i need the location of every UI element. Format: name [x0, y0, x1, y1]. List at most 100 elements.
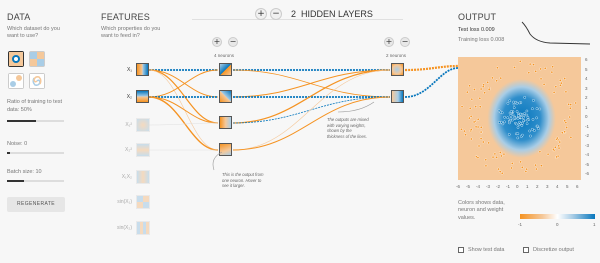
data-point-outer: [502, 152, 506, 156]
legend-tick-neg1: -1: [518, 222, 523, 227]
data-point-outer: [534, 163, 537, 167]
data-point-outer: [563, 77, 566, 80]
data-point-inner: [511, 113, 515, 117]
data-point-outer: [558, 140, 562, 144]
data-point-outer: [499, 76, 503, 80]
data-point-outer: [569, 106, 572, 110]
data-point-outer: [463, 129, 466, 133]
data-point-outer: [498, 170, 502, 173]
note-output-arrow: [212, 151, 223, 171]
data-point-inner: [525, 109, 529, 113]
data-point-inner: [512, 100, 515, 104]
weight-m2-output[interactable]: [404, 67, 459, 98]
data-point-outer: [486, 81, 489, 84]
data-point-outer: [539, 77, 543, 81]
weight-m1-output[interactable]: [404, 64, 459, 72]
data-point-outer: [552, 91, 556, 94]
data-point-inner: [528, 129, 531, 133]
x-tick: -5: [466, 184, 471, 189]
data-point-outer: [474, 105, 477, 108]
data-point-inner: [521, 119, 525, 123]
x-tick: -6: [456, 184, 461, 189]
y-tick: 2: [585, 95, 588, 100]
data-point-inner: [525, 118, 529, 122]
data-point-outer: [497, 167, 500, 171]
x-tick: 0: [516, 184, 519, 189]
data-point-inner: [515, 122, 518, 126]
test-loss: Test loss 0.009: [458, 27, 495, 33]
data-point-inner: [521, 121, 524, 125]
x-tick: 2: [536, 184, 539, 189]
data-point-outer: [470, 137, 473, 141]
x-tick: -3: [486, 184, 491, 189]
weight-n2-m1[interactable]: [232, 69, 391, 98]
data-point-inner: [537, 127, 540, 130]
data-point-outer: [519, 160, 522, 164]
loss-curve: [521, 21, 591, 45]
data-point-outer: [483, 91, 486, 95]
layer1-neuron-2[interactable]: [219, 90, 232, 103]
input-neuron-x2[interactable]: [136, 90, 149, 103]
data-point-inner: [510, 118, 514, 122]
data-point-outer: [524, 170, 528, 173]
data-point-inner: [531, 118, 535, 121]
data-point-outer: [481, 140, 485, 144]
weight-x2-n3[interactable]: [148, 96, 219, 124]
data-point-outer: [528, 62, 532, 66]
input-neuron-x1[interactable]: [136, 63, 149, 76]
data-point-outer: [557, 144, 560, 148]
data-point-outer: [493, 152, 497, 156]
x-tick: -2: [496, 184, 501, 189]
discretize-output-label: Discretize output: [533, 247, 574, 253]
data-point-outer: [491, 155, 495, 159]
data-point-inner: [516, 126, 520, 129]
show-test-data-label: Show test data: [468, 247, 505, 253]
data-point-outer: [495, 156, 498, 159]
data-point-outer: [527, 71, 531, 75]
layer1-neuron-1[interactable]: [219, 63, 232, 76]
data-point-inner: [500, 120, 503, 124]
data-point-inner: [531, 107, 534, 111]
y-tick: 0: [585, 114, 588, 119]
data-point-outer: [500, 154, 503, 158]
show-test-data-checkbox[interactable]: [458, 247, 464, 253]
x-tick: -1: [506, 184, 511, 189]
y-tick: 5: [585, 66, 588, 72]
data-point-inner: [508, 99, 512, 103]
data-point-outer: [538, 150, 542, 154]
data-point-outer: [550, 70, 554, 74]
output-section-title: OUTPUT: [458, 12, 497, 22]
color-legend-text: Colors shows data, neuron and weight val…: [458, 200, 505, 221]
color-legend-bar: [520, 214, 595, 219]
y-tick: 3: [585, 85, 588, 91]
data-point-outer: [518, 60, 522, 63]
layer1-neuron-3[interactable]: [219, 116, 232, 129]
data-point-outer: [479, 130, 483, 134]
data-point-inner: [518, 101, 522, 105]
data-point-outer: [476, 156, 480, 159]
output-heatmap[interactable]: [458, 57, 581, 180]
data-point-inner: [523, 96, 526, 99]
layer2-neuron-2[interactable]: [391, 90, 404, 103]
weight-x1-n2[interactable]: [148, 69, 219, 98]
weight-x2-n1[interactable]: [148, 69, 219, 98]
weight-x2-n4[interactable]: [148, 96, 219, 151]
data-point-inner: [515, 110, 519, 113]
layer2-neuron-1[interactable]: [391, 63, 404, 76]
data-point-inner: [535, 107, 539, 110]
data-point-inner: [517, 114, 520, 117]
data-point-inner: [515, 101, 519, 105]
y-tick: -5: [585, 161, 590, 167]
data-point-outer: [568, 115, 572, 119]
data-point-outer: [560, 81, 563, 85]
data-point-outer: [542, 83, 546, 86]
data-point-outer: [477, 144, 481, 148]
weight-x1-n4[interactable]: [148, 69, 219, 151]
data-point-inner: [525, 122, 529, 126]
data-point-outer: [574, 101, 578, 105]
data-point-inner: [517, 123, 521, 127]
data-point-outer: [564, 90, 568, 94]
y-tick: -4: [585, 152, 590, 157]
data-point-inner: [503, 115, 506, 119]
discretize-output-checkbox[interactable]: [523, 247, 529, 253]
